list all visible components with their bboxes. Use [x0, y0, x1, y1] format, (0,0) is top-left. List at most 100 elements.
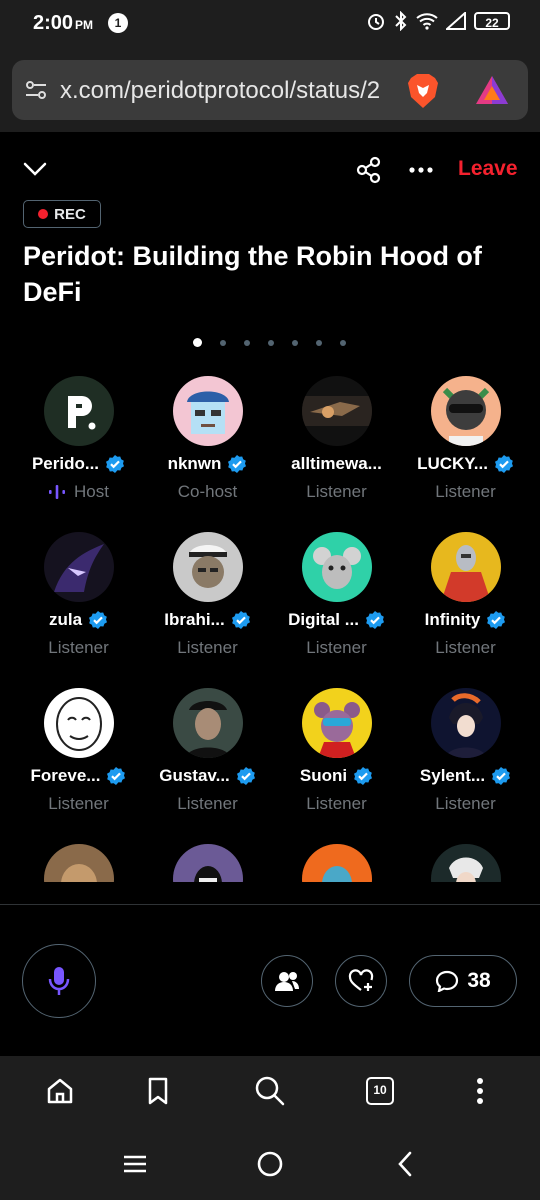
- participant[interactable]: Infinity Listener: [401, 532, 530, 658]
- avatar: [430, 844, 501, 882]
- page-dot[interactable]: [193, 338, 202, 347]
- tabs-count: 10: [366, 1077, 394, 1105]
- search-icon: [255, 1076, 285, 1106]
- recording-dot-icon: [38, 209, 49, 219]
- brave-shields-icon[interactable]: [406, 72, 440, 110]
- avatar: [43, 844, 114, 882]
- participant[interactable]: alltimewa... Listener: [272, 376, 401, 502]
- avatar: [301, 532, 372, 602]
- avatar: [172, 688, 243, 758]
- notification-count-icon: 1: [108, 13, 128, 33]
- alarm-icon: [368, 14, 384, 30]
- comments-button[interactable]: 38: [409, 955, 517, 1007]
- participant-name: Suoni: [299, 766, 348, 785]
- heart-plus-icon: [348, 969, 374, 991]
- people-button[interactable]: [261, 955, 313, 1007]
- participant-role: Listener: [306, 638, 367, 657]
- system-home-button[interactable]: [250, 1146, 290, 1182]
- participant-name: zula: [48, 610, 83, 629]
- url-text[interactable]: x.com/peridotprotocol/status/2: [60, 77, 396, 105]
- verified-badge-icon: [354, 767, 373, 785]
- bookmark-button[interactable]: [140, 1073, 176, 1109]
- address-bar[interactable]: x.com/peridotprotocol/status/2: [12, 60, 528, 120]
- recording-badge: REC: [23, 200, 101, 228]
- participant[interactable]: [272, 844, 401, 882]
- verified-badge-icon: [487, 611, 506, 629]
- participant[interactable]: [401, 844, 530, 882]
- vertical-more-icon: [477, 1078, 483, 1104]
- verified-badge-icon: [107, 767, 126, 785]
- participant[interactable]: Ibrahi... Listener: [143, 532, 272, 658]
- system-back-button[interactable]: [385, 1146, 425, 1182]
- avatar: [43, 688, 114, 758]
- participant[interactable]: Gustav... Listener: [143, 688, 272, 814]
- participant-name: Infinity: [424, 610, 481, 629]
- microphone-icon: [48, 967, 70, 995]
- battery-icon: 22: [474, 12, 510, 30]
- comments-count: 38: [467, 969, 491, 992]
- page-indicator[interactable]: [193, 338, 346, 347]
- participant[interactable]: Digital ... Listener: [272, 532, 401, 658]
- home-button[interactable]: [42, 1073, 78, 1109]
- verified-badge-icon: [228, 455, 247, 473]
- back-icon: [398, 1151, 412, 1177]
- participant[interactable]: Foreve... Listener: [14, 688, 143, 814]
- participant[interactable]: nknwn Co-host: [143, 376, 272, 502]
- avatar: [301, 376, 372, 446]
- bookmark-icon: [148, 1077, 168, 1105]
- divider: [0, 904, 540, 905]
- search-button[interactable]: [252, 1073, 288, 1109]
- home-icon: [47, 1078, 73, 1104]
- chevron-down-icon[interactable]: [22, 158, 48, 180]
- brave-rewards-icon[interactable]: [474, 74, 510, 106]
- page-dot[interactable]: [244, 339, 250, 346]
- browser-menu-button[interactable]: [462, 1073, 498, 1109]
- participant-role: Listener: [306, 482, 367, 501]
- clock: 2:00 PM: [33, 12, 94, 34]
- participants-grid: Perido... Host nknwn Co-host alltimewa..…: [14, 376, 530, 882]
- participant-role: Listener: [48, 794, 109, 813]
- participant-name: Gustav...: [159, 766, 230, 785]
- participant-name: Ibrahi...: [164, 610, 225, 629]
- participant[interactable]: [143, 844, 272, 882]
- share-icon[interactable]: [356, 156, 382, 184]
- comment-icon: [436, 970, 459, 992]
- avatar: [430, 688, 501, 758]
- participant[interactable]: Sylent... Listener: [401, 688, 530, 814]
- page-dot[interactable]: [268, 339, 274, 346]
- avatar: [172, 532, 243, 602]
- participant-name: Digital ...: [288, 610, 359, 629]
- speaking-waveform-icon: [49, 485, 66, 499]
- participant-name: Sylent...: [419, 766, 486, 785]
- avatar: [301, 844, 372, 882]
- participant[interactable]: [14, 844, 143, 882]
- participant[interactable]: Perido... Host: [14, 376, 143, 502]
- participant[interactable]: Suoni Listener: [272, 688, 401, 814]
- participant-name: Foreve...: [30, 766, 101, 785]
- recents-icon: [124, 1155, 146, 1173]
- site-settings-icon[interactable]: [24, 78, 48, 102]
- page-dot[interactable]: [292, 339, 298, 346]
- reaction-button[interactable]: [335, 955, 387, 1007]
- participant[interactable]: zula Listener: [14, 532, 143, 658]
- tabs-button[interactable]: 10: [362, 1073, 398, 1109]
- avatar: [301, 688, 372, 758]
- participant-role: Co-host: [177, 482, 238, 501]
- page-dot[interactable]: [220, 339, 226, 346]
- verified-badge-icon: [89, 611, 108, 629]
- avatar: [43, 376, 114, 446]
- avatar: [172, 844, 243, 882]
- page-dot[interactable]: [316, 339, 322, 346]
- microphone-button[interactable]: [22, 944, 96, 1018]
- participant-role: Listener: [306, 794, 367, 813]
- more-icon[interactable]: [408, 166, 434, 174]
- verified-badge-icon: [492, 767, 511, 785]
- leave-button[interactable]: Leave: [458, 157, 518, 181]
- system-icons: 22: [366, 11, 510, 31]
- recent-apps-button[interactable]: [115, 1146, 155, 1182]
- verified-badge-icon: [365, 611, 384, 629]
- page-dot[interactable]: [340, 339, 346, 346]
- participant-role: Listener: [435, 794, 496, 813]
- participant[interactable]: LUCKY... Listener: [401, 376, 530, 502]
- wifi-icon: [416, 13, 438, 30]
